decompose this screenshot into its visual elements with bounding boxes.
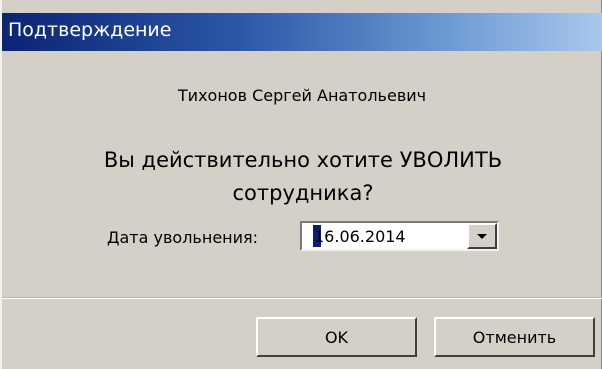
cancel-button-label: Отменить [472,327,557,347]
ok-button-label: OK [324,327,349,347]
employee-name: Тихонов Сергей Анатольевич [177,86,427,105]
button-area-separator [2,297,602,299]
dismissal-date-value: 16.06.2014 [314,227,406,246]
dismiss-question: Вы действительно хотите УВОЛИТЬ сотрудни… [103,148,503,205]
dismissal-date-label: Дата увольнения: [107,228,259,247]
confirmation-dialog: Подтверждение Тихонов Сергей Анатольевич… [0,0,602,369]
cancel-button[interactable]: Отменить [434,317,595,357]
chevron-down-icon [477,234,487,239]
ok-button[interactable]: OK [256,317,417,357]
dialog-title: Подтверждение [8,19,172,41]
date-dropdown-button[interactable] [467,223,497,249]
dismissal-date-picker[interactable]: 16.06.2014 [300,221,499,251]
dialog-titlebar[interactable]: Подтверждение [2,13,602,51]
